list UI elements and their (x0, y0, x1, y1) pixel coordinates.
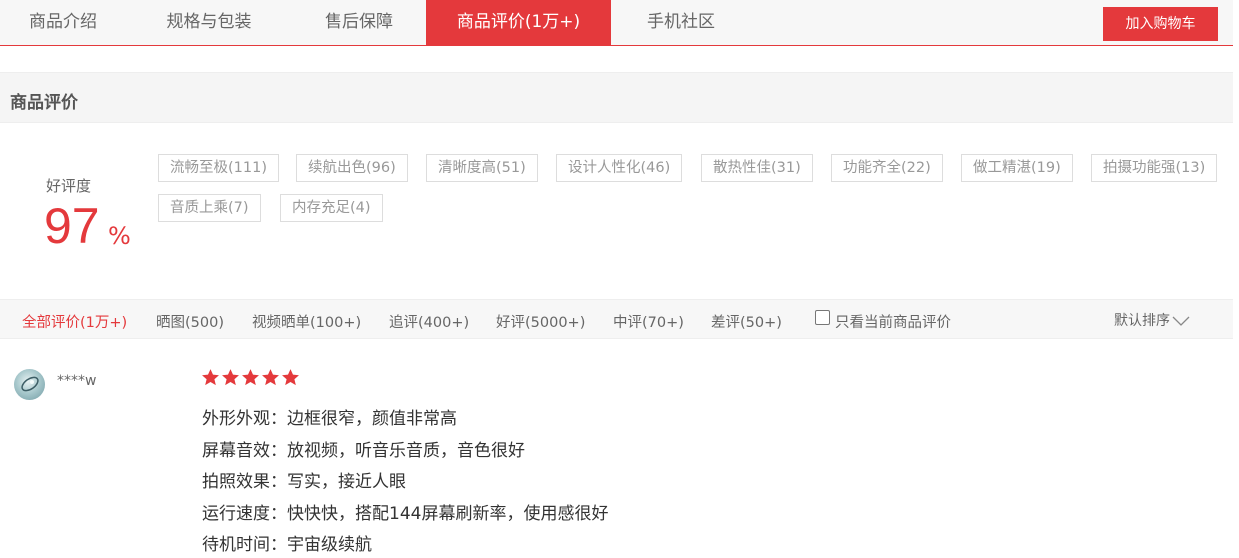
star-rating (201, 368, 300, 387)
chevron-down-icon (1172, 316, 1190, 326)
tag-battery[interactable]: 续航出色(96) (296, 154, 408, 182)
sort-label: 默认排序 (1114, 313, 1170, 329)
tag-cooling[interactable]: 散热性佳(31) (701, 154, 813, 182)
review-line-standby: 待机时间：宇宙级续航 (202, 535, 372, 555)
review-filter-bar: 全部评价(1万+) 晒图(500) 视频晒单(100+) 追评(400+) 好评… (0, 299, 1233, 339)
tag-sound[interactable]: 音质上乘(7) (158, 194, 261, 222)
star-icon (262, 369, 279, 386)
current-only-checkbox[interactable] (815, 310, 830, 325)
section-title: 商品评价 (10, 93, 78, 113)
star-icon (202, 369, 219, 386)
tag-camera[interactable]: 拍摄功能强(13) (1091, 154, 1218, 182)
section-header: 商品评价 (0, 72, 1233, 123)
review-line-camera: 拍照效果：写实，接近人眼 (202, 472, 406, 492)
filter-videos[interactable]: 视频晒单(100+) (252, 311, 361, 332)
rating-label: 好评度 (46, 177, 92, 195)
tab-after-sales[interactable]: 售后保障 (292, 0, 426, 45)
add-to-cart-button[interactable]: 加入购物车 (1103, 7, 1218, 41)
rating-unit: % (108, 222, 131, 250)
tab-phone-community[interactable]: 手机社区 (611, 0, 751, 45)
product-tab-bar: 商品介绍 规格与包装 售后保障 商品评价(1万+) 手机社区 加入购物车 (0, 0, 1233, 46)
tag-features[interactable]: 功能齐全(22) (831, 154, 943, 182)
filter-neutral[interactable]: 中评(70+) (613, 311, 684, 332)
rating-value: 97 (44, 198, 100, 254)
filter-photos[interactable]: 晒图(500) (156, 311, 224, 332)
filter-followup[interactable]: 追评(400+) (389, 311, 469, 332)
star-icon (222, 369, 239, 386)
filter-all[interactable]: 全部评价(1万+) (22, 311, 127, 332)
star-icon (242, 369, 259, 386)
tab-product-intro[interactable]: 商品介绍 (0, 0, 126, 45)
filter-negative[interactable]: 差评(50+) (711, 311, 782, 332)
star-icon (282, 369, 299, 386)
avatar[interactable] (14, 369, 45, 400)
tag-memory[interactable]: 内存充足(4) (280, 194, 383, 222)
current-only-label[interactable]: 只看当前商品评价 (835, 311, 951, 332)
tag-smooth[interactable]: 流畅至极(111) (158, 154, 279, 182)
review-username[interactable]: ****w (57, 373, 96, 389)
tab-reviews[interactable]: 商品评价(1万+) (426, 0, 611, 45)
review-line-speed: 运行速度：快快快，搭配144屏幕刷新率，使用感很好 (202, 504, 609, 524)
tag-clarity[interactable]: 清晰度高(51) (426, 154, 538, 182)
tag-design[interactable]: 设计人性化(46) (556, 154, 683, 182)
review-line-screen-audio: 屏幕音效：放视频，听音乐音质，音色很好 (202, 441, 525, 461)
sort-dropdown[interactable]: 默认排序 (1114, 310, 1190, 330)
review-line-appearance: 外形外观：边框很窄，颜值非常高 (202, 409, 457, 429)
tag-workmanship[interactable]: 做工精湛(19) (961, 154, 1073, 182)
filter-positive[interactable]: 好评(5000+) (496, 311, 585, 332)
tab-specs-packaging[interactable]: 规格与包装 (126, 0, 292, 45)
avatar-image (21, 376, 39, 392)
